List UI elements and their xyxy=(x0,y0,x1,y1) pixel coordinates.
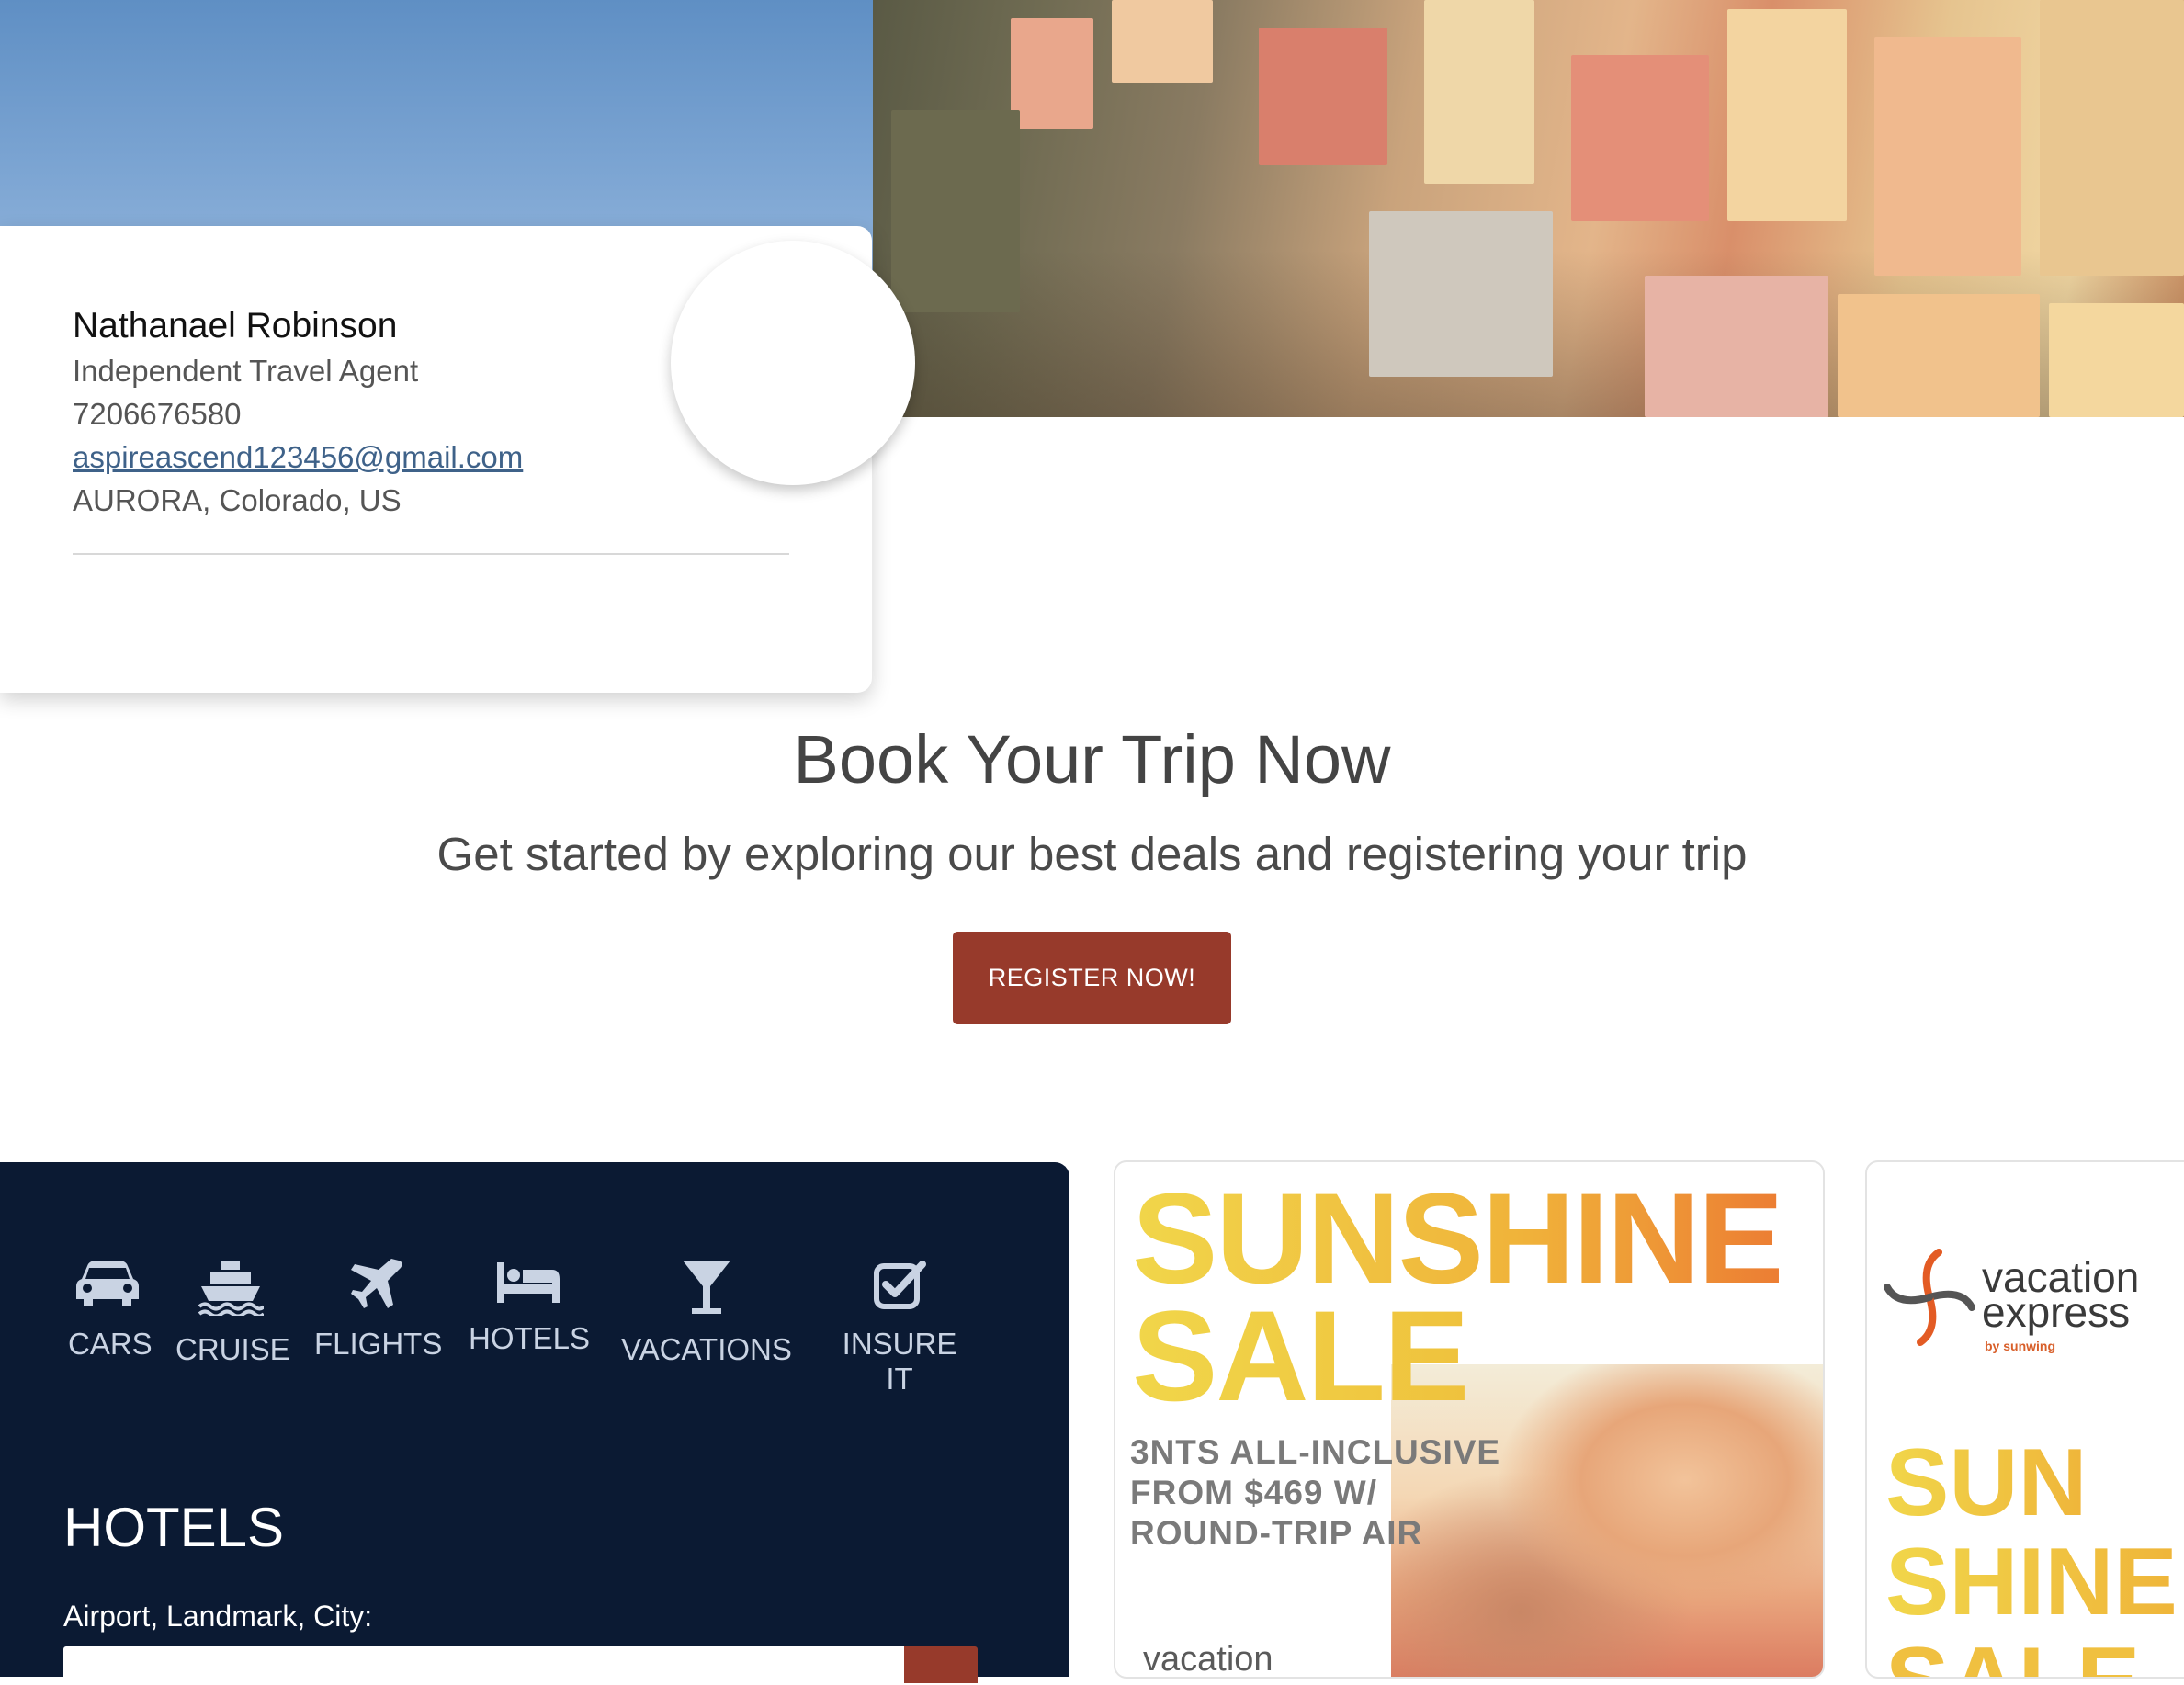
promo-detail-line3: ROUND-TRIP AIR xyxy=(1130,1514,1423,1552)
tab-hotels[interactable]: HOTELS xyxy=(469,1259,591,1356)
promo-b-headline-line1: SUN xyxy=(1885,1430,2088,1536)
tab-insure-it[interactable]: INSURE IT xyxy=(826,1259,973,1397)
tab-hotels-label: HOTELS xyxy=(469,1321,591,1355)
cruise-ship-icon xyxy=(198,1261,264,1316)
agent-location: AURORA, Colorado, US xyxy=(73,483,402,517)
promo-detail-line1: 3NTS ALL-INCLUSIVE xyxy=(1130,1433,1501,1471)
agent-email-link[interactable]: aspireascend123456@gmail.com xyxy=(73,440,523,475)
promo-logo-by: by sunwing xyxy=(1985,1339,2055,1353)
tab-vacations[interactable]: VACATIONS xyxy=(618,1259,795,1367)
promo-headline-line2: SALE xyxy=(1132,1282,1469,1431)
promo-card-sunshine-sale[interactable]: SUNSHINE SALE 3NTS ALL-INCLUSIVE FROM $4… xyxy=(1114,1160,1825,1679)
agent-name: Nathanael Robinson xyxy=(73,306,398,345)
tab-cars-label: CARS xyxy=(68,1327,153,1361)
location-field-label: Airport, Landmark, City: xyxy=(63,1600,373,1633)
promo-logo-text: vacation xyxy=(1143,1640,1273,1679)
avatar xyxy=(671,241,915,485)
agent-title: Independent Travel Agent xyxy=(73,354,419,388)
hotels-heading: HOTELS xyxy=(63,1497,285,1558)
location-search-button[interactable] xyxy=(904,1646,978,1683)
book-subtitle: Get started by exploring our best deals … xyxy=(436,828,1748,880)
agent-phone: 7206676580 xyxy=(73,397,242,431)
promo-b-headline-line3: SALE xyxy=(1885,1627,2140,1677)
tab-flights[interactable]: FLIGHTS xyxy=(314,1259,443,1362)
agent-divider xyxy=(73,553,789,555)
tab-vacations-label: VACATIONS xyxy=(621,1332,792,1366)
cocktail-glass-icon xyxy=(683,1261,730,1314)
book-title: Book Your Trip Now xyxy=(793,721,1391,797)
vacation-express-logo-icon xyxy=(1884,1249,1975,1346)
promo-detail-line2: FROM $469 W/ xyxy=(1130,1474,1377,1511)
tab-insure-it-label: INSURE IT xyxy=(842,1327,957,1396)
tab-flights-label: FLIGHTS xyxy=(314,1327,443,1361)
tab-cruise-label: CRUISE xyxy=(175,1332,290,1366)
bed-icon xyxy=(497,1262,560,1303)
car-icon xyxy=(76,1261,139,1306)
promo-b-headline-line2: SHINE xyxy=(1885,1529,2178,1635)
promo-logo-line2: express xyxy=(1982,1288,2131,1336)
tab-cruise[interactable]: CRUISE xyxy=(175,1259,290,1367)
airplane-icon xyxy=(351,1259,402,1308)
checkbox-icon xyxy=(874,1261,926,1309)
promo-card-vacation-express[interactable]: vacation express by sunwing SUN SHINE SA… xyxy=(1865,1160,2184,1679)
register-now-button[interactable]: REGISTER NOW! xyxy=(953,932,1231,1024)
hero-cliff-village xyxy=(873,0,2184,417)
location-search-input[interactable] xyxy=(63,1646,908,1685)
tab-cars[interactable]: CARS xyxy=(68,1259,153,1362)
